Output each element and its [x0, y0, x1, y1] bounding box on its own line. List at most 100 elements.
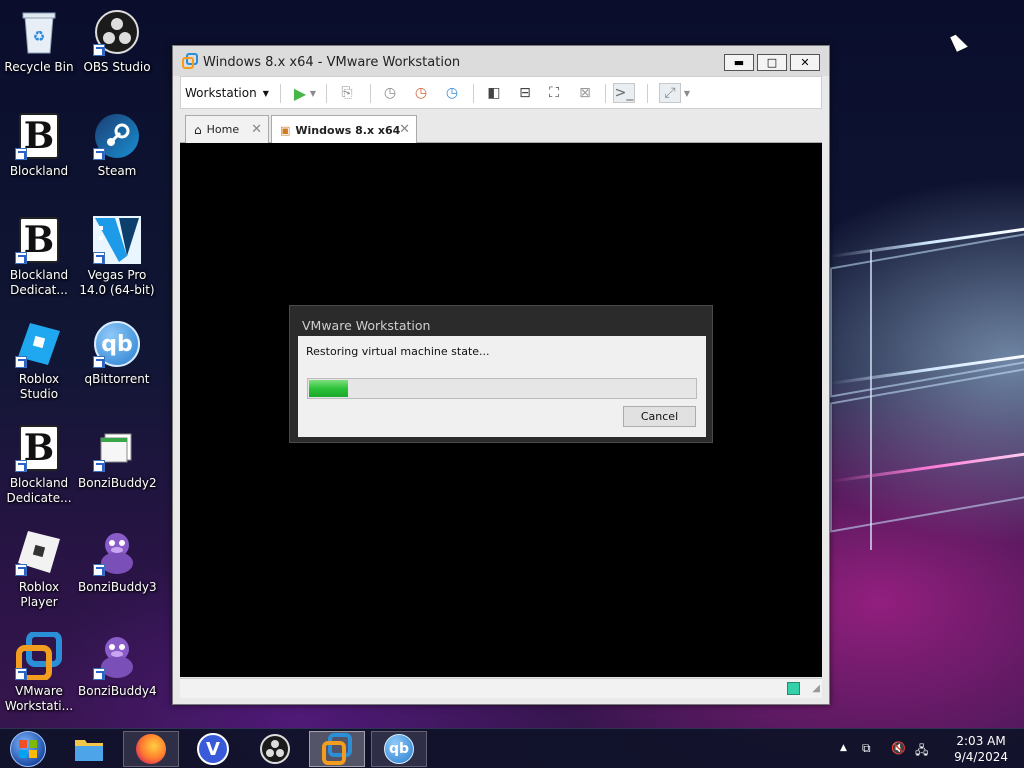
send-ctrl-alt-del-icon[interactable]: ⎘	[336, 83, 358, 103]
toolbar-separator	[326, 84, 327, 103]
desktop-icon-label: BonziBuddy4	[78, 684, 157, 698]
close-tab-icon[interactable]: ✕	[399, 122, 410, 137]
power-dropdown-icon[interactable]: ▼	[307, 83, 319, 103]
restore-dialog: VMware Workstation Restoring virtual mac…	[289, 305, 713, 443]
roblox-player-icon	[15, 528, 63, 576]
shortcut-arrow-icon	[15, 252, 27, 264]
stretch-guest-icon[interactable]: ⤢	[659, 83, 681, 103]
shortcut-arrow-icon	[93, 44, 105, 56]
bonzibuddy-icon	[93, 424, 141, 472]
taskbar-firefox[interactable]	[123, 731, 179, 767]
taskbar-obs[interactable]	[247, 731, 303, 767]
revert-snapshot-icon[interactable]: ◷	[410, 83, 432, 103]
taskbar-v-app[interactable]: V	[185, 731, 241, 767]
desktop-icon-roblox-studio[interactable]: Roblox Studio	[0, 320, 78, 402]
start-button[interactable]	[0, 731, 56, 767]
volume-muted-icon[interactable]: 🔇	[891, 741, 906, 755]
tab-home[interactable]: ⌂ Home ✕	[185, 115, 269, 143]
desktop-icon-label: Roblox Studio	[18, 372, 60, 401]
resize-grip-icon[interactable]: ◢	[812, 683, 820, 694]
blockland-icon: B	[15, 112, 63, 160]
tab-label: Windows 8.x x64	[295, 123, 401, 137]
desktop-icon-steam[interactable]: Steam	[78, 112, 156, 179]
unity-icon[interactable]: ⊠	[574, 83, 596, 103]
shortcut-arrow-icon	[93, 460, 105, 472]
thumbnail-view-icon[interactable]: ⊟	[514, 83, 536, 103]
firefox-icon	[136, 734, 166, 764]
v-icon: V	[197, 733, 229, 765]
dialog-body: Restoring virtual machine state... Cance…	[298, 336, 706, 437]
vmware-title-icon	[182, 53, 198, 72]
tab-vm[interactable]: ▣ Windows 8.x x64 ✕	[271, 115, 417, 144]
vm-icon: ▣	[280, 123, 291, 137]
taskbar: V qb ▲ ⧉ 🔇 🖧 2:03 AM 9/4/2024	[0, 728, 1024, 768]
taskbar-vmware[interactable]	[309, 731, 365, 767]
window-titlebar[interactable]: Windows 8.x x64 - VMware Workstation ▬ □…	[173, 46, 829, 76]
shortcut-arrow-icon	[93, 356, 105, 368]
cancel-button[interactable]: Cancel	[623, 406, 696, 427]
bonzibuddy-icon	[93, 632, 141, 680]
shortcut-arrow-icon	[93, 564, 105, 576]
roblox-studio-icon	[15, 320, 63, 368]
desktop-icon-label: VMware Workstati...	[4, 684, 74, 713]
snapshot-icon[interactable]: ◷	[379, 83, 401, 103]
shortcut-arrow-icon	[15, 148, 27, 160]
vmware-icon	[15, 632, 63, 680]
desktop-icon-vegas-pro[interactable]: Vegas Pro 14.0 (64-bit)	[78, 216, 156, 298]
shortcut-arrow-icon	[15, 564, 27, 576]
console-view-icon[interactable]: >_	[613, 83, 635, 103]
desktop-icon-blockland-dedicated-1[interactable]: B Blockland Dedicat...	[0, 216, 78, 298]
toolbar-separator	[370, 84, 371, 103]
toolbar-separator	[605, 84, 606, 103]
desktop-icon-roblox-player[interactable]: Roblox Player	[0, 528, 78, 610]
tab-label: Home	[206, 123, 240, 136]
desktop-icon-label: BonziBuddy3	[78, 580, 157, 594]
clock-time: 2:03 AM	[956, 734, 1006, 748]
network-icon[interactable]: 🖧	[915, 741, 928, 762]
show-hidden-icons-icon[interactable]: ▲	[840, 743, 847, 753]
close-tab-icon[interactable]: ✕	[251, 122, 262, 137]
stretch-dropdown-icon[interactable]: ▼	[681, 83, 693, 103]
desktop-icon-vmware[interactable]: VMware Workstati...	[0, 632, 78, 714]
clock-date: 9/4/2024	[954, 750, 1008, 764]
desktop-icon-bonzibuddy4[interactable]: BonziBuddy4	[78, 632, 157, 699]
window-title: Windows 8.x x64 - VMware Workstation	[203, 55, 461, 70]
desktop-icon-blockland-dedicated-2[interactable]: B Blockland Dedicate...	[0, 424, 78, 506]
close-button[interactable]: ✕	[790, 54, 820, 71]
toolbar-separator	[473, 84, 474, 103]
desktop-icon-bonzibuddy3[interactable]: BonziBuddy3	[78, 528, 157, 595]
steam-icon	[93, 112, 141, 160]
progress-bar	[307, 378, 697, 399]
blockland-icon: B	[15, 424, 63, 472]
toolbar: Workstation ▼ ▶ ▼ ⎘ ◷ ◷ ◷ ◧ ⊟ ⛶ ⊠ >_ ⤢ ▼	[180, 76, 822, 109]
desktop-icon-recycle-bin[interactable]: ♻ Recycle Bin	[0, 8, 78, 75]
blockland-icon: B	[15, 216, 63, 264]
recycle-bin-icon: ♻	[15, 8, 63, 56]
minimize-button[interactable]: ▬	[724, 54, 754, 71]
desktop-icon-qbittorrent[interactable]: qb qBittorrent	[78, 320, 156, 387]
shortcut-arrow-icon	[93, 668, 105, 680]
maximize-button[interactable]: □	[757, 54, 787, 71]
task-view-icon[interactable]: ⧉	[862, 741, 871, 756]
shortcut-arrow-icon	[15, 668, 27, 680]
vm-message-icon[interactable]	[787, 682, 800, 695]
shortcut-arrow-icon	[93, 148, 105, 160]
taskbar-qbittorrent[interactable]: qb	[371, 731, 427, 767]
tab-bar: ⌂ Home ✕ ▣ Windows 8.x x64 ✕	[180, 113, 822, 144]
progress-fill	[309, 380, 348, 397]
workstation-menu[interactable]: Workstation ▼	[185, 83, 269, 103]
file-explorer-icon	[75, 740, 103, 761]
desktop-icon-label: Steam	[97, 164, 137, 178]
snapshot-manager-icon[interactable]: ◷	[441, 83, 463, 103]
dialog-message: Restoring virtual machine state...	[306, 345, 490, 358]
library-view-icon[interactable]: ◧	[483, 83, 505, 103]
obs-icon	[260, 734, 290, 764]
clock[interactable]: 2:03 AM 9/4/2024	[954, 733, 1008, 765]
desktop-icon-obs-studio[interactable]: OBS Studio	[78, 8, 156, 75]
desktop-icon-bonzibuddy2[interactable]: BonziBuddy2	[78, 424, 157, 491]
shortcut-arrow-icon	[15, 356, 27, 368]
desktop-icon-blockland[interactable]: B Blockland	[0, 112, 78, 179]
vmware-icon	[322, 733, 352, 765]
full-screen-icon[interactable]: ⛶	[543, 83, 565, 103]
taskbar-file-explorer[interactable]	[61, 731, 117, 767]
